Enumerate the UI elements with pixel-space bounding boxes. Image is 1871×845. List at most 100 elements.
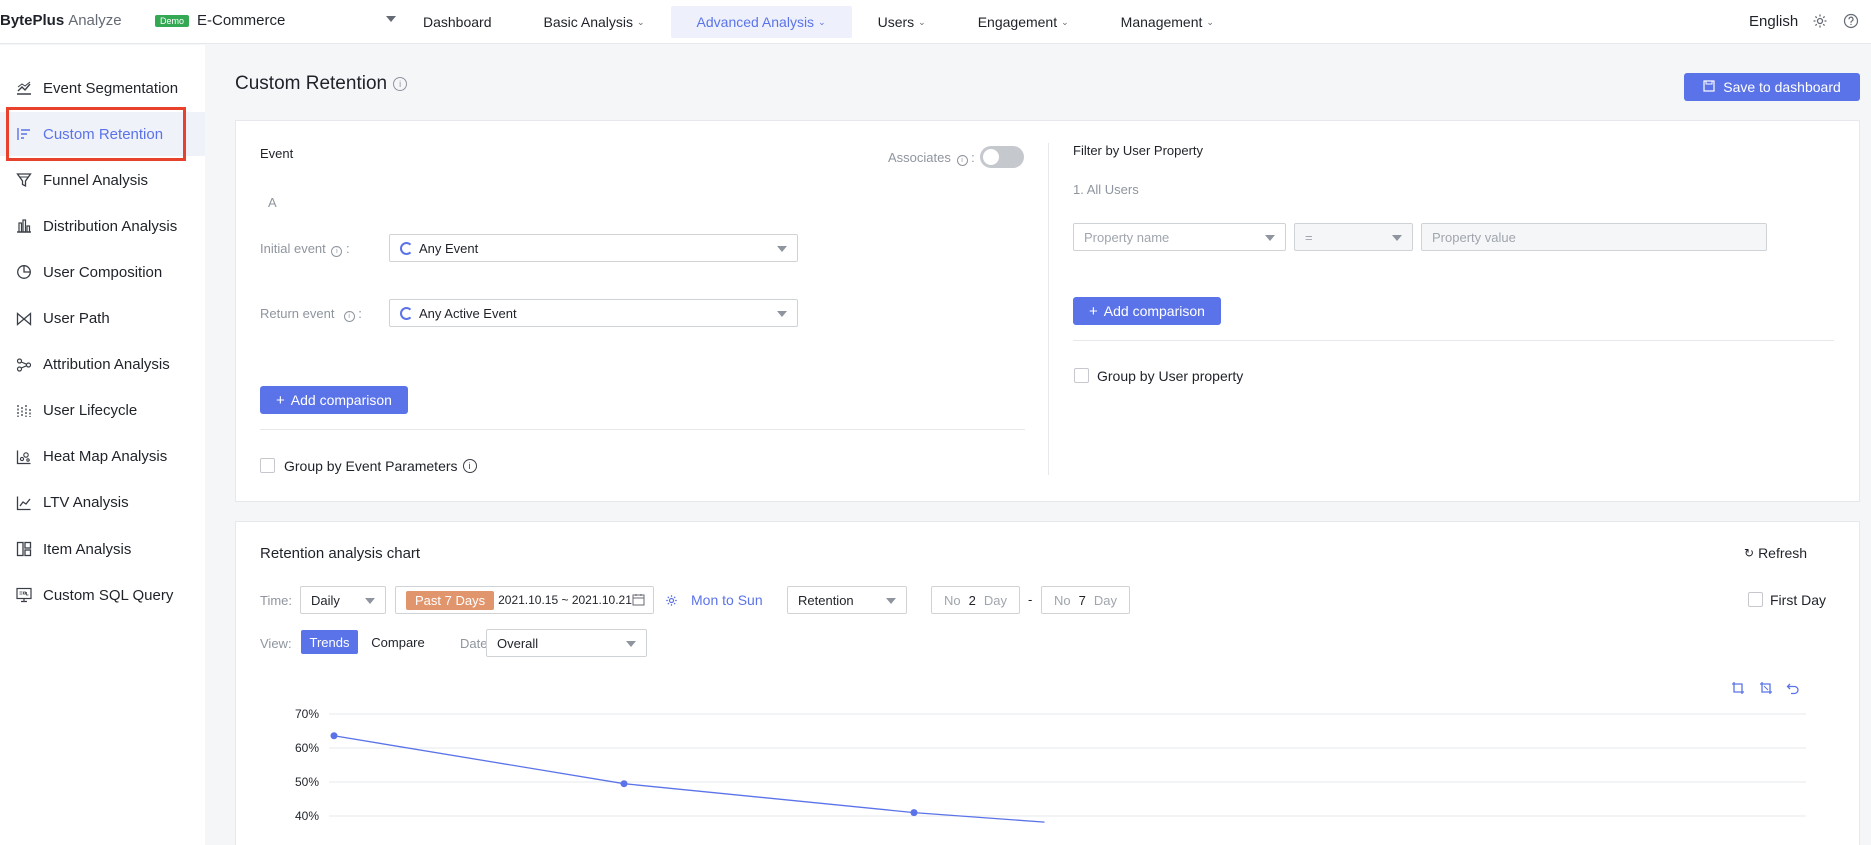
query-card: Event Associates i : A Initial event i :… [235,120,1860,502]
chevron-down-icon: ⌄ [636,16,645,27]
chevron-down-icon: ⌄ [1206,16,1214,27]
y-tick-label: 50% [295,775,319,789]
sidebar-item-custom-retention[interactable]: Custom Retention [0,112,205,157]
chevron-down-icon: ⌄ [818,16,826,27]
nav-item-label: Users [877,14,915,30]
sidebar-item-user-path[interactable]: User Path [0,297,205,341]
project-caret-icon[interactable] [386,16,396,22]
sql-icon [15,586,33,604]
event-heading: Event [260,146,294,161]
sidebar-item-funnel-analysis[interactable]: Funnel Analysis [0,158,205,202]
return-event-value: Any Active Event [419,305,517,321]
nav-item-label: Engagement [977,14,1058,30]
sidebar-item-label: User Path [43,310,110,327]
associates-toggle[interactable] [980,146,1024,168]
nav-item-label: Advanced Analysis [696,14,815,30]
sidebar-item-label: Funnel Analysis [43,171,149,189]
sidebar-item-event-segmentation[interactable]: Event Segmentation [0,66,205,110]
nav-item-basic-analysis[interactable]: Basic Analysis ⌄ [518,6,671,38]
group-by-user-property-checkbox[interactable] [1074,368,1089,383]
sidebar-item-user-lifecycle[interactable]: User Lifecycle [0,389,205,433]
sidebar-item-heat-map-analysis[interactable]: Heat Map Analysis [0,435,205,479]
divider [1073,340,1834,341]
funnel-icon [15,171,33,189]
retention-series-line [333,735,1045,823]
sidebar-item-label: Custom Retention [43,125,164,143]
sidebar-item-ltv-analysis[interactable]: LTV Analysis [0,481,205,525]
info-icon[interactable]: i [462,459,477,473]
sidebar-item-label: Item Analysis [43,540,132,558]
attribution-icon [15,356,33,374]
brand-logo[interactable]: BytePlus Analyze [0,12,122,29]
retention-data-point[interactable] [330,732,338,740]
panel-divider [1048,143,1049,475]
sidebar-item-label: Custom SQL Query [43,586,174,604]
ltv-icon [15,494,33,512]
return-event-text: Return event [260,306,335,321]
sidebar-item-user-composition[interactable]: User Composition [0,250,205,294]
sidebar-item-item-analysis[interactable]: Item Analysis [0,527,205,571]
bar-chart-icon [15,217,33,235]
demo-badge: Demo [155,15,190,27]
line-chart-icon [15,79,33,97]
all-users-label: 1. All Users [1073,182,1139,197]
gear-icon[interactable] [1811,12,1829,30]
sidebar-item-attribution-analysis[interactable]: Attribution Analysis [0,343,205,387]
group-by-event-parameters-checkbox[interactable] [260,458,275,473]
save-icon [1703,79,1715,95]
add-filter-comparison-button[interactable]: + Add comparison [1073,297,1221,325]
chevron-down-icon: ⌄ [1061,16,1069,27]
y-tick-label: 60% [295,741,319,755]
y-tick-label: 40% [295,809,319,823]
sidebar-item-label: Distribution Analysis [43,217,178,235]
heatmap-icon [15,448,33,466]
main-nav: Dashboard Basic Analysis ⌄ Advanced Analysi… [397,6,1240,38]
save-to-dashboard-label: Save to dashboard [1723,79,1841,95]
return-event-info-icon[interactable]: i [343,311,355,322]
nav-item-management[interactable]: Management ⌄ [1095,6,1240,38]
project-selector[interactable]: E-Commerce [197,12,285,29]
pie-chart-icon [15,263,33,281]
operator-select[interactable]: = [1294,223,1413,251]
path-icon [15,310,33,328]
initial-event-select[interactable]: Any Event [389,234,798,262]
initial-event-info-icon[interactable]: i [331,246,343,257]
nav-item-advanced-analysis[interactable]: Advanced Analysis ⌄ [670,6,852,38]
add-filter-comparison-label: Add comparison [1103,303,1205,319]
sidebar-item-label: User Lifecycle [43,402,138,420]
sidebar-item-label: Heat Map Analysis [43,448,168,466]
add-event-comparison-button[interactable]: + Add comparison [260,386,408,414]
nav-item-users[interactable]: Users ⌄ [852,6,952,38]
sidebar-item-distribution-analysis[interactable]: Distribution Analysis [0,204,205,248]
item-icon [15,540,33,558]
nav-item-dashboard[interactable]: Dashboard [397,6,518,38]
chevron-down-icon: ⌄ [918,16,926,27]
save-to-dashboard-button[interactable]: Save to dashboard [1684,73,1860,101]
brand-subtitle: Analyze [68,12,122,29]
event-icon [400,306,413,320]
retention-data-point[interactable] [620,780,628,788]
sidebar-item-label: LTV Analysis [43,494,129,512]
brand-name: BytePlus [0,12,65,29]
sidebar-item-custom-sql-query[interactable]: Custom SQL Query [0,573,205,617]
info-icon[interactable]: i [393,77,408,91]
page-title: Custom Retention i [235,73,408,95]
nav-item-label: Basic Analysis [543,14,633,30]
nav-item-engagement[interactable]: Engagement ⌄ [952,6,1095,38]
language-selector[interactable]: English [1749,13,1798,30]
add-event-comparison-label: Add comparison [290,392,392,408]
chevron-down-icon [1265,235,1275,241]
group-by-user-property-label: Group by User property [1097,368,1244,384]
help-icon[interactable] [1842,12,1860,30]
initial-event-value: Any Event [419,240,479,256]
property-value-input[interactable]: Property value [1421,223,1767,251]
chevron-down-icon [777,246,787,252]
property-name-select[interactable]: Property name [1073,223,1286,251]
retention-data-point[interactable] [910,809,918,817]
chevron-down-icon [777,311,787,317]
return-event-select[interactable]: Any Active Event [389,299,798,327]
associates-info-icon[interactable]: i [956,155,968,166]
retention-chart-card: Retention analysis chart ↻ Refresh Time:… [235,521,1860,845]
nav-item-label: Dashboard [423,14,492,30]
group-by-event-parameters-label: Group by Event Parameters i [284,458,477,474]
